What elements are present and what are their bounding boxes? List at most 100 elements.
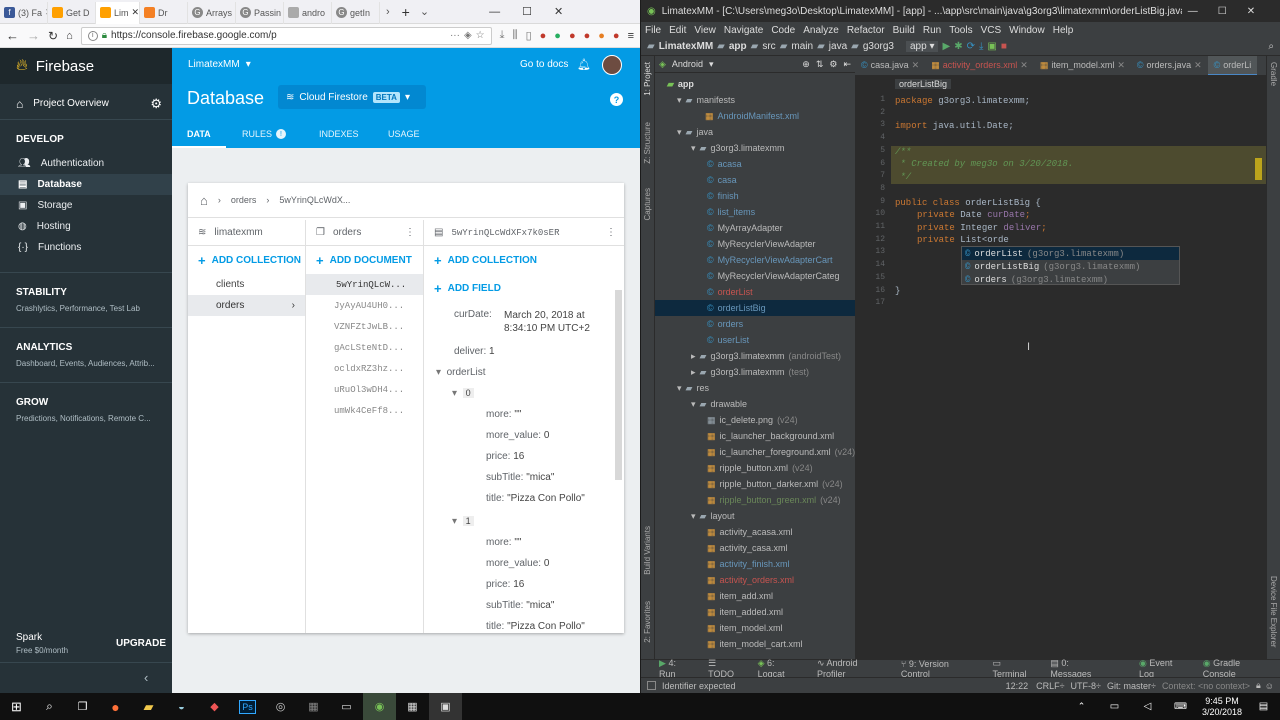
messages-tool-button[interactable]: ▤ 0: Messages (1050, 658, 1111, 679)
expand-arrow-icon[interactable]: ▾ (436, 367, 441, 378)
tab-rules[interactable]: RULES! (226, 122, 303, 148)
window-close-icon[interactable]: ✕ (554, 5, 563, 18)
tab-data[interactable]: DATA (172, 122, 226, 148)
tab-scroll-icon[interactable]: › (386, 6, 390, 18)
todo-tool-button[interactable]: ☰ TODO (708, 658, 743, 679)
close-icon[interactable]: ✕ (912, 60, 920, 71)
firefox-icon[interactable]: ● (99, 693, 132, 720)
volume-icon[interactable]: ◁ (1131, 693, 1164, 720)
expand-arrow-icon[interactable]: ▾ (452, 388, 457, 399)
download-icon[interactable]: ⤓ (500, 29, 505, 42)
field-price[interactable]: price: 16 (486, 451, 524, 462)
firebase-logo[interactable]: 🔥︎ Firebase (0, 48, 172, 84)
field-more-value[interactable]: more_value: 0 (486, 558, 549, 569)
field-subtitle[interactable]: subTitle: "mica" (486, 600, 554, 611)
menu-view[interactable]: View (694, 25, 716, 36)
file-encoding[interactable]: UTF-8÷ (1071, 681, 1101, 691)
menu-tools[interactable]: Tools (949, 25, 972, 36)
tree-package-androidtest[interactable]: ▸ ▰ g3org3.limatexmm (androidTest) (691, 348, 841, 364)
search-icon[interactable]: ⌕ (1268, 41, 1274, 52)
tree-package-test[interactable]: ▸ ▰ g3org3.limatexmm (test) (691, 364, 809, 380)
tree-manifests[interactable]: ▾ ▰ manifests (677, 92, 735, 108)
more-vert-icon[interactable]: ⋮ (405, 227, 423, 238)
project-tool-tab[interactable]: 1: Project (643, 62, 652, 96)
info-icon[interactable]: i (87, 30, 98, 41)
app-icon[interactable]: ◆ (198, 693, 231, 720)
list-item[interactable]: gAcLSteNtD... (306, 337, 423, 358)
browser-tab[interactable]: Dr (140, 1, 188, 24)
tree-file[interactable]: ▦ ripple_button.xml (v24) (707, 460, 813, 476)
autocomplete-item[interactable]: © orderListBig (g3org3.limatexmm) (962, 260, 1179, 273)
file-explorer-icon[interactable]: ▰ (132, 693, 165, 720)
minimize-icon[interactable]: — (489, 6, 500, 18)
field-title[interactable]: title: "Pizza Con Pollo" (486, 493, 585, 504)
editor-tab[interactable]: © casa.java ✕ (855, 60, 925, 71)
nav-database[interactable]: ▤ Database (0, 174, 172, 195)
tab-indexes[interactable]: INDEXES (303, 122, 372, 148)
tree-file[interactable]: ▦ ic_launcher_background.xml (707, 428, 834, 444)
editor-tab[interactable]: ▦ item_model.xml ✕ (1034, 60, 1131, 71)
field-orderlist[interactable]: ▾ orderList (436, 367, 486, 378)
menu-edit[interactable]: Edit (669, 25, 686, 36)
cursor-position[interactable]: 12:22 (1006, 681, 1029, 691)
expand-arrow-icon[interactable]: ▾ (452, 516, 457, 527)
breadcrumb-doc[interactable]: 5wYrinQLcWdX... (279, 195, 350, 205)
code-editor[interactable]: orderListBig 1 2 3 4 5 6 7 8 9 10 11 12 13 14 15 16 17 p… (855, 76, 1266, 659)
field-more[interactable]: more: "" (486, 409, 521, 420)
tree-class-selected[interactable]: © orderListBig (655, 300, 855, 316)
android-studio-icon[interactable]: ◉ (363, 693, 396, 720)
logcat-tool-button[interactable]: ◈ 6: Logcat (758, 658, 803, 679)
scrollbar[interactable] (615, 290, 622, 480)
hide-icon[interactable]: ⇤ (843, 59, 851, 70)
array-index-0[interactable]: ▾ 0 (452, 388, 474, 399)
stop-icon[interactable]: ■ (1001, 41, 1007, 52)
project-overview[interactable]: ⌂ Project Overview ⚙ (0, 88, 172, 120)
tree-class[interactable]: © userList (707, 332, 749, 348)
tree-file[interactable]: ▦ ripple_button_green.xml (v24) (707, 492, 841, 508)
menu-refactor[interactable]: Refactor (847, 25, 885, 36)
gradle-tool-tab[interactable]: Gradle (1269, 62, 1278, 86)
nav-hosting[interactable]: ◍ Hosting (0, 216, 172, 237)
tree-file[interactable]: ▦ item_model_cart.xml (707, 636, 803, 652)
list-item[interactable]: JyAyAU4UH0... (306, 295, 423, 316)
collapse-icon[interactable]: ⇅ (816, 59, 824, 70)
grow-section[interactable]: GROW (0, 397, 172, 408)
clock[interactable]: 9:45 PM 3/20/2018 (1197, 696, 1247, 718)
browser-tab[interactable]: G Arrays (188, 1, 236, 24)
list-item-selected[interactable]: orders › (188, 295, 305, 316)
tree-file[interactable]: ▦ item_add.xml (707, 588, 773, 604)
tree-manifest-file[interactable]: ▦ AndroidManifest.xml (705, 108, 799, 124)
tree-class[interactable]: © finish (707, 188, 739, 204)
tree-class[interactable]: © casa (707, 172, 737, 188)
tree-drawable[interactable]: ▾ ▰ drawable (691, 396, 747, 412)
help-icon[interactable]: ? (610, 93, 623, 106)
inspector-icon[interactable]: ☺ (1265, 681, 1274, 691)
library-icon[interactable]: ⫼ (513, 29, 518, 42)
collapse-chevron-icon[interactable]: ‹ (144, 670, 148, 685)
menu-icon[interactable]: ≡ (628, 30, 634, 42)
browser-tab-active[interactable]: Lim ✕ (96, 1, 140, 24)
tree-java[interactable]: ▾ ▰ java (677, 124, 713, 140)
line-separator[interactable]: CRLF÷ (1036, 681, 1064, 691)
nav-authentication[interactable]: 👥︎ Authentication (0, 153, 172, 174)
tree-res[interactable]: ▾ ▰ res (677, 380, 709, 396)
go-to-docs-link[interactable]: Go to docs (520, 59, 568, 70)
target-icon[interactable]: ⊕ (802, 59, 810, 70)
terminal-tool-button[interactable]: ▭ Terminal (993, 658, 1037, 679)
task-view-icon[interactable]: ❐ (66, 693, 99, 720)
url-bar[interactable]: i 🔒︎ https://console.firebase.google.com… (80, 26, 492, 45)
breadcrumb-orders[interactable]: orders (231, 195, 257, 205)
list-item[interactable]: uRuOl3wDH4... (306, 379, 423, 400)
menu-file[interactable]: File (645, 25, 661, 36)
tree-file[interactable]: ▦ item_added.xml (707, 604, 783, 620)
nav-storage[interactable]: ▣ Storage (0, 195, 172, 216)
array-index-1[interactable]: ▾ 1 (452, 516, 474, 527)
list-item[interactable]: VZNFZtJwLB... (306, 316, 423, 337)
run-tool-button[interactable]: ▶ 4: Run (659, 658, 694, 679)
tree-file[interactable]: ▦ ripple_button_darker.xml (v24) (707, 476, 843, 492)
structure-tool-tab[interactable]: Z: Structure (643, 122, 652, 164)
tree-class[interactable]: © MyRecyclerViewAdapterCateg (707, 268, 840, 284)
more-vert-icon[interactable]: ⋮ (606, 227, 624, 238)
home-icon[interactable]: ⌂ (200, 193, 208, 208)
tree-class[interactable]: © MyRecyclerViewAdapterCart (707, 252, 833, 268)
